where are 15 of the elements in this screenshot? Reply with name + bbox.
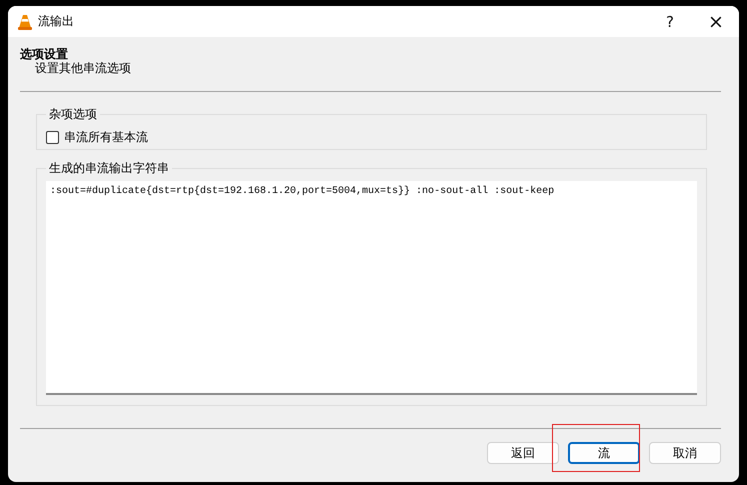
cone-icon [18,14,32,30]
dialog-button[interactable]: 取消 [649,442,721,464]
close-button[interactable]: × [693,6,739,37]
checkbox-label: 串流所有基本流 [64,129,148,146]
page-subtitle: 设置其他串流选项 [34,61,132,75]
group-title: 生成的串流输出字符串 [48,160,170,177]
checkbox[interactable] [46,131,59,144]
page-title: 选项设置 [20,47,69,61]
window-title: 流输出 [38,13,74,30]
group-title: 杂项选项 [48,106,98,123]
dialog-button[interactable]: 流 [568,442,640,464]
help-button[interactable]: ? [647,6,693,37]
output-text-field[interactable]: :sout=#duplicate{dst=rtp{dst=192.168.1.20,port=5004,mux=ts}} :no-sout-all :sout-keep [46,181,697,395]
dialog-button[interactable]: 返回 [487,442,559,464]
checkbox-row[interactable]: 串流所有基本流 [46,129,697,146]
